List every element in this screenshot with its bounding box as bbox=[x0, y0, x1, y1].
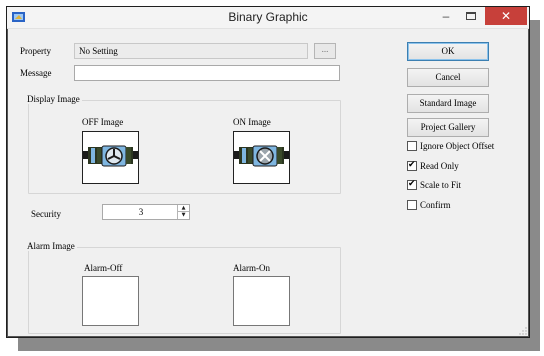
checkbox-icon[interactable] bbox=[407, 200, 417, 210]
confirm-checkbox[interactable]: Confirm bbox=[407, 200, 451, 212]
checkbox-label: Read Only bbox=[420, 161, 459, 171]
fan-off-icon bbox=[83, 145, 138, 167]
checkbox-label: Scale to Fit bbox=[420, 180, 461, 190]
alarm-off-label: Alarm-Off bbox=[84, 263, 123, 273]
fan-on-icon bbox=[234, 145, 289, 167]
scale-to-fit-checkbox[interactable]: Scale to Fit bbox=[407, 179, 461, 192]
title-bar[interactable]: Binary Graphic – ✕ bbox=[7, 7, 529, 29]
project-gallery-button[interactable]: Project Gallery bbox=[407, 118, 489, 137]
property-field: No Setting bbox=[74, 43, 308, 59]
off-image-preview[interactable] bbox=[82, 131, 139, 184]
checkbox-label: Confirm bbox=[420, 200, 451, 210]
property-browse-button[interactable]: ... bbox=[314, 43, 336, 59]
close-button[interactable]: ✕ bbox=[485, 7, 527, 25]
cancel-button[interactable]: Cancel bbox=[407, 68, 489, 87]
ignore-object-offset-checkbox[interactable]: Ignore Object Offset bbox=[407, 141, 494, 153]
on-image-label: ON Image bbox=[233, 117, 271, 127]
property-label: Property bbox=[20, 46, 51, 56]
standard-image-button[interactable]: Standard Image bbox=[407, 94, 489, 113]
security-label: Security bbox=[31, 209, 61, 219]
display-image-group bbox=[28, 100, 341, 194]
spin-down-icon[interactable]: ▼ bbox=[178, 212, 189, 219]
alarm-image-group-label: Alarm Image bbox=[25, 241, 77, 251]
ok-button[interactable]: OK bbox=[407, 42, 489, 61]
on-image-preview[interactable] bbox=[233, 131, 290, 184]
maximize-button[interactable] bbox=[461, 9, 481, 26]
alarm-on-preview[interactable] bbox=[233, 276, 290, 326]
checkbox-icon[interactable] bbox=[407, 141, 417, 151]
message-input[interactable] bbox=[74, 65, 340, 81]
binary-graphic-dialog: Binary Graphic – ✕ Property No Setting .… bbox=[6, 6, 530, 338]
alarm-image-group bbox=[28, 247, 341, 334]
checkbox-label: Ignore Object Offset bbox=[420, 141, 495, 151]
off-image-label: OFF Image bbox=[82, 117, 124, 127]
security-spinner[interactable]: ▲ ▼ bbox=[177, 205, 189, 219]
alarm-off-preview[interactable] bbox=[82, 276, 139, 326]
spin-up-icon[interactable]: ▲ bbox=[178, 205, 189, 212]
minimize-button[interactable]: – bbox=[433, 9, 459, 26]
alarm-on-label: Alarm-On bbox=[233, 263, 270, 273]
maximize-icon bbox=[466, 12, 476, 20]
display-image-group-label: Display Image bbox=[25, 94, 82, 104]
read-only-checkbox[interactable]: Read Only bbox=[407, 160, 459, 173]
message-label: Message bbox=[20, 68, 52, 78]
resize-grip-icon[interactable] bbox=[519, 327, 527, 335]
checkbox-checked-icon[interactable] bbox=[407, 160, 417, 171]
checkbox-checked-icon[interactable] bbox=[407, 179, 417, 190]
